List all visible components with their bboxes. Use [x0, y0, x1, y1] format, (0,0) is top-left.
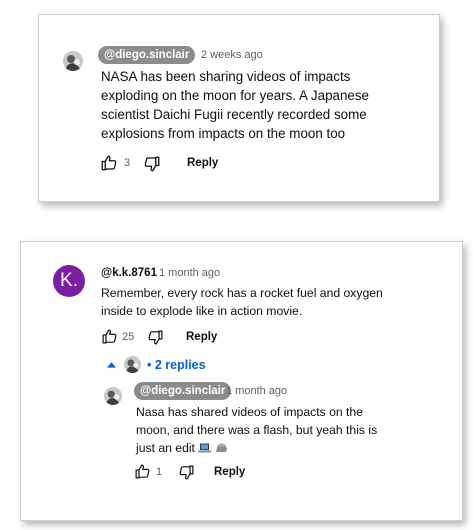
avatar-photo-icon — [63, 51, 83, 71]
thumbs-up-icon[interactable] — [134, 463, 151, 480]
reply-button[interactable]: Reply — [187, 157, 218, 169]
replies-count-label[interactable]: • 2 replies — [147, 358, 206, 372]
like-count: 3 — [124, 157, 131, 169]
thumbs-up-icon[interactable] — [100, 154, 118, 172]
rock-emoji-icon — [215, 443, 227, 452]
caret-up-icon — [107, 362, 116, 368]
comment-time[interactable]: 2 weeks ago — [201, 49, 263, 61]
avatar-photo-icon — [104, 387, 122, 405]
comment-text: Remember, every rock has a rocket fuel a… — [101, 286, 383, 318]
commenter-avatar[interactable]: K. — [53, 265, 85, 297]
reply-avatar[interactable] — [104, 387, 122, 405]
comment-time[interactable]: 1 month ago — [159, 267, 220, 279]
thumbs-up-icon[interactable] — [101, 328, 118, 345]
author-chip[interactable]: @diego.sinclair — [134, 382, 232, 400]
reply-button[interactable]: Reply — [186, 331, 217, 343]
avatar-photo-icon — [124, 356, 141, 373]
replies-toggle[interactable]: • 2 replies — [107, 356, 206, 373]
comment-card: @diego.sinclair 2 weeks ago NASA has bee… — [38, 14, 440, 202]
thumbs-down-icon[interactable] — [178, 464, 195, 481]
laptop-emoji-icon — [198, 443, 212, 453]
comment-card: K. @k.k.8761 1 month ago Remember, every… — [20, 241, 463, 521]
commenter-avatar[interactable] — [63, 51, 83, 71]
thumbs-down-icon[interactable] — [143, 155, 161, 173]
replier-avatar — [124, 356, 141, 373]
reply-button[interactable]: Reply — [214, 466, 245, 478]
like-count: 1 — [156, 466, 163, 478]
reply-text-content: Nasa has shared videos of impacts on the… — [136, 405, 378, 455]
thumbs-down-icon[interactable] — [147, 329, 164, 346]
reply-text: Nasa has shared videos of impacts on the… — [136, 403, 386, 457]
reply-time[interactable]: 1 month ago — [226, 385, 287, 397]
like-count: 25 — [122, 331, 135, 343]
comment-text: NASA has been sharing videos of impacts … — [101, 69, 369, 141]
author-handle[interactable]: @k.k.8761 — [101, 267, 157, 279]
author-chip[interactable]: @diego.sinclair — [98, 46, 196, 64]
